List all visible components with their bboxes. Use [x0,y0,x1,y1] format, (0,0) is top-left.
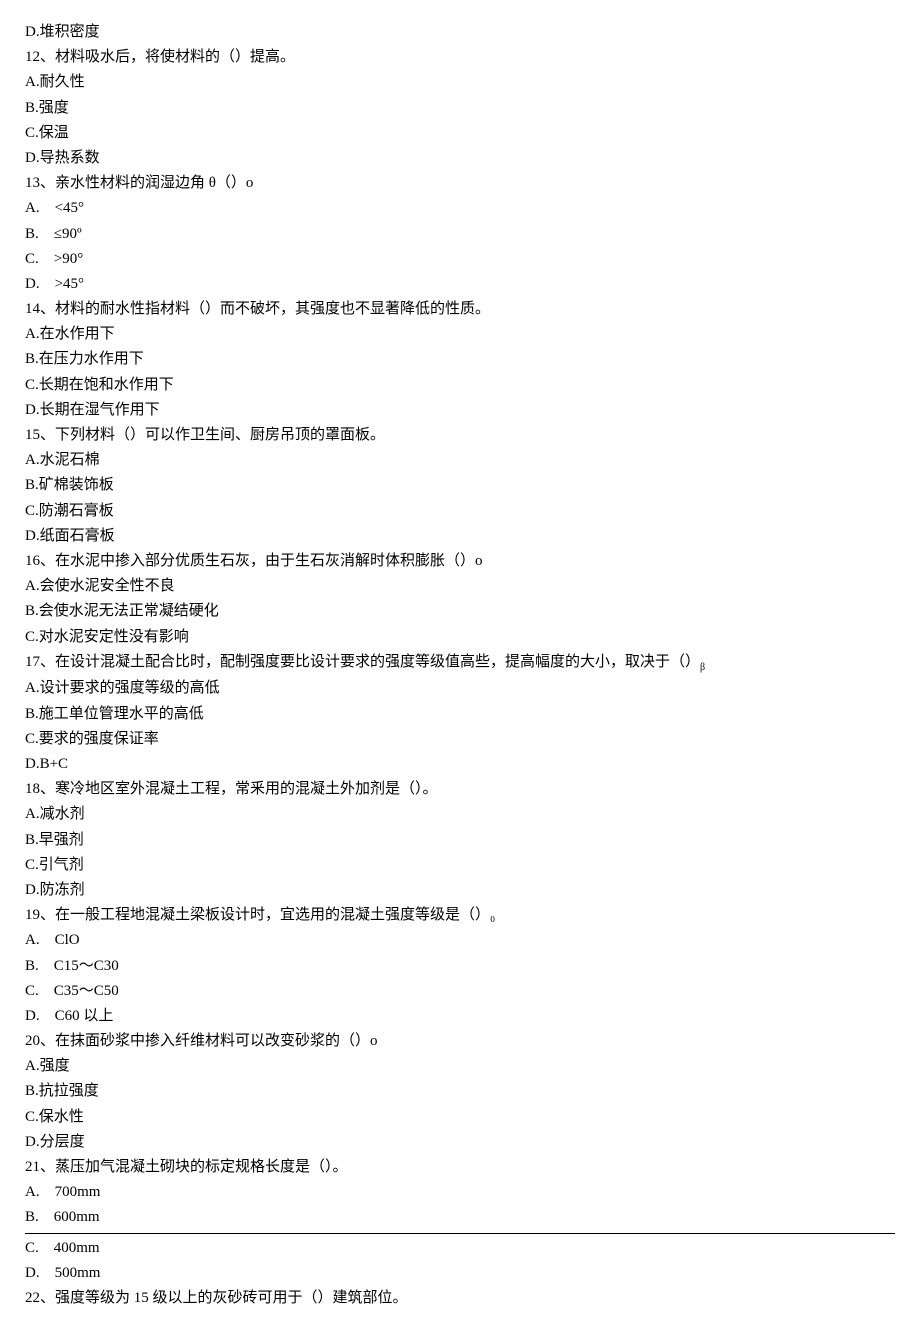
text-line: D.防冻剂 [25,878,895,903]
text-line: A.设计要求的强度等级的高低 [25,676,895,701]
text-line: C.保温 [25,121,895,146]
text-line: C.引气剂 [25,853,895,878]
text-line: 20、在抹面砂浆中掺入纤维材料可以改变砂浆的（）o [25,1029,895,1054]
text-line: B.矿棉装饰板 [25,473,895,498]
text-line: C.保水性 [25,1105,895,1130]
text-line: 17、在设计混凝土配合比时，配制强度要比设计要求的强度等级值高些，提高幅度的大小… [25,650,895,677]
text-line: 18、寒冷地区室外混凝土工程，常釆用的混凝土外加剂是（）。 [25,777,895,802]
text-line: 19、在一般工程地混凝土梁板设计时，宜选用的混凝土强度等级是（）₀ [25,903,895,928]
text-line: C.长期在饱和水作用下 [25,373,895,398]
text-line: C.防潮石膏板 [25,499,895,524]
text-line: B.早强剂 [25,828,895,853]
subscript-text: β [700,662,705,673]
text-line: A.强度 [25,1054,895,1079]
text-line: D.堆积密度 [25,20,895,45]
text-line: C. 400mm [25,1236,895,1261]
text-line: C.要求的强度保证率 [25,727,895,752]
text-line: B.强度 [25,96,895,121]
text-line: C. >90° [25,247,895,272]
text-line: B.施工单位管理水平的高低 [25,702,895,727]
text-line: C.对水泥安定性没有影响 [25,625,895,650]
text-line: 22、强度等级为 15 级以上的灰砂砖可用于（）建筑部位。 [25,1286,895,1311]
text-line: A.水泥石棉 [25,448,895,473]
text-line: B. 600mm [25,1205,895,1230]
text-line: 13、亲水性材料的润湿边角 θ（）o [25,171,895,196]
text-line: A.在水作用下 [25,322,895,347]
text-line: D.分层度 [25,1130,895,1155]
text-line: 21、蒸压加气混凝土砌块的标定规格长度是（）。 [25,1155,895,1180]
text-line: 14、材料的耐水性指材料（）而不破坏，其强度也不显著降低的性质。 [25,297,895,322]
horizontal-rule [25,1233,895,1234]
text-line: 15、下列材料（）可以作卫生间、厨房吊顶的罩面板。 [25,423,895,448]
text-line: B.抗拉强度 [25,1079,895,1104]
text-line: A.耐久性 [25,70,895,95]
text-line: D. C60 以上 [25,1004,895,1029]
text-line: 16、在水泥中掺入部分优质生石灰，由于生石灰消解时体积膨胀（）o [25,549,895,574]
text-line: D.导热系数 [25,146,895,171]
text-line: A.减水剂 [25,802,895,827]
text-line: D. >45° [25,272,895,297]
text-line: D.B+C [25,752,895,777]
text-line: B.在压力水作用下 [25,347,895,372]
text-line: A. 700mm [25,1180,895,1205]
text-line: B. C15～C30 [25,954,895,979]
text-line: A. <45° [25,196,895,221]
text-line: D. 500mm [25,1261,895,1286]
text-line: A.会使水泥安全性不良 [25,574,895,599]
text-line: C. C35～C50 [25,979,895,1004]
text-line: B.会使水泥无法正常凝结硬化 [25,599,895,624]
text-line: A. ClO [25,928,895,953]
text-line: 12、材料吸水后，将使材料的（）提高。 [25,45,895,70]
text-line: D.纸面石膏板 [25,524,895,549]
text-line: B. ≤90º [25,222,895,247]
text-line: D.长期在湿气作用下 [25,398,895,423]
